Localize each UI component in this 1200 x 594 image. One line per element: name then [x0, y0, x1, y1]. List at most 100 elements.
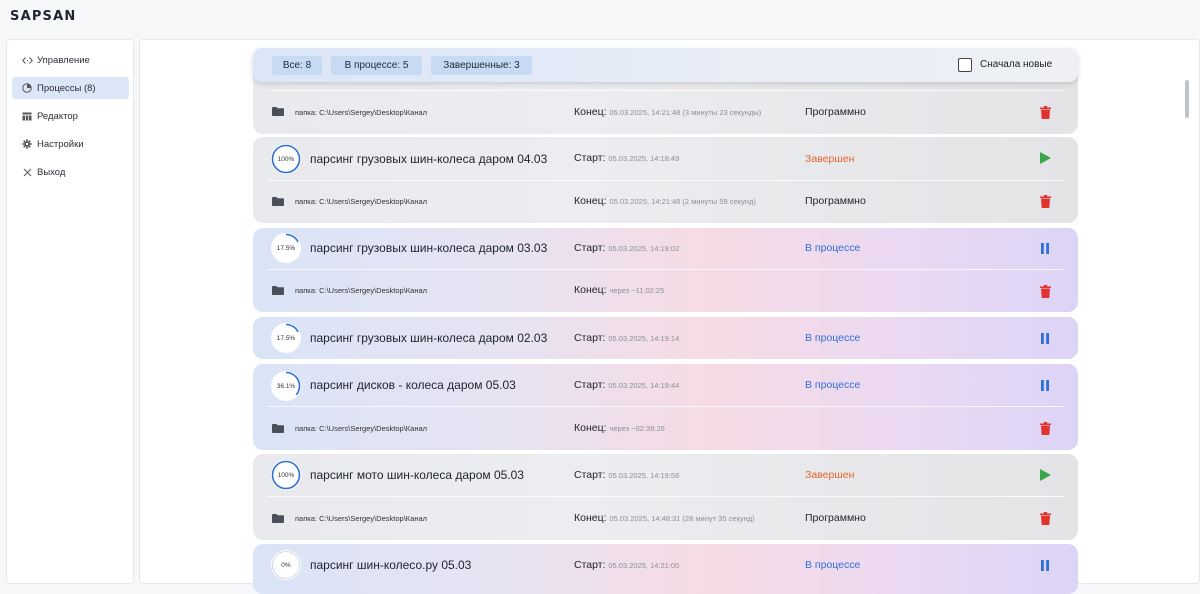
start-time: Старт: 05.03.2025, 14:21:00 — [574, 559, 680, 571]
folder-path: папка: C:\Users\Sergey\Desktop\Канал — [295, 286, 428, 295]
app-logo: SAPSAN — [10, 9, 77, 24]
progress-ring: 0% — [271, 550, 301, 580]
sidebar-item-label: Редактор — [37, 110, 78, 122]
process-title: парсинг грузовых шин-колеса даром 03.03 — [310, 241, 548, 255]
card-divider — [267, 406, 1064, 407]
folder-icon — [272, 286, 284, 295]
sidebar-item-processes[interactable]: Процессы (8) — [12, 77, 129, 99]
trash-icon — [1039, 421, 1051, 435]
sidebar: Управление Процессы (8) Редактор Настрой… — [6, 39, 134, 584]
progress-value: 0% — [281, 561, 291, 569]
play-button[interactable] — [1037, 467, 1053, 483]
status-label: Завершен — [805, 469, 855, 481]
process-title: парсинг грузовых шин-колеса даром 02.03 — [310, 331, 548, 345]
folder-path: папка: C:\Users\Sergey\Desktop\Канал — [295, 424, 428, 433]
end-time: Конец: через ~02:38:26 — [574, 422, 665, 434]
trash-icon — [1039, 284, 1051, 298]
start-time: Старт: 05.03.2025, 14:19:56 — [574, 469, 680, 481]
filter-bar: Все: 8 В процессе: 5 Завершенные: 3 Снач… — [253, 48, 1078, 82]
run-mode: Программно — [805, 195, 866, 207]
start-time: Старт: 05.03.2025, 14:18:49 — [574, 152, 680, 164]
end-time: Конец: через ~11:02:25 — [574, 284, 665, 296]
pause-icon — [1041, 379, 1049, 391]
pause-icon — [1041, 242, 1049, 254]
progress-ring: 17.5% — [271, 323, 301, 353]
run-mode: Программно — [805, 106, 866, 118]
sidebar-item-label: Процессы (8) — [37, 82, 96, 94]
scrollbar[interactable] — [1185, 80, 1189, 118]
progress-value: 36.1% — [276, 382, 296, 390]
process-title: парсинг шин-колесо.ру 05.03 — [310, 558, 472, 572]
start-time: Старт: 05.03.2025, 14:19:02 — [574, 242, 680, 254]
card-divider — [267, 496, 1064, 497]
process-card: 100% парсинг грузовых шин-колеса даром 0… — [253, 137, 1078, 223]
process-card: 17.5% парсинг грузовых шин-колеса даром … — [253, 317, 1078, 359]
delete-button[interactable] — [1037, 420, 1053, 436]
play-icon — [1039, 469, 1051, 481]
card-divider — [267, 269, 1064, 270]
trash-icon — [1039, 194, 1051, 208]
status-label: В процессе — [805, 242, 861, 254]
process-title: парсинг дисков - колеса даром 05.03 — [310, 378, 516, 392]
status-label: В процессе — [805, 559, 861, 571]
process-card: 36.1% парсинг дисков - колеса даром 05.0… — [253, 364, 1078, 450]
trash-icon — [1039, 105, 1051, 119]
folder-icon — [272, 107, 284, 116]
delete-button[interactable] — [1037, 283, 1053, 299]
pause-button[interactable] — [1037, 557, 1053, 573]
trash-icon — [1039, 511, 1051, 525]
play-button[interactable] — [1037, 150, 1053, 166]
process-card: 100% парсинг мото шин-колеса даром 05.03… — [253, 454, 1078, 540]
pause-icon — [1041, 559, 1049, 571]
folder-icon — [272, 424, 284, 433]
sidebar-item-settings[interactable]: Настройки — [12, 133, 129, 155]
process-title: парсинг грузовых шин-колеса даром 04.03 — [310, 152, 548, 166]
gear-icon — [21, 138, 33, 150]
end-time: Конец: 05.03.2025, 14:21:48 (3 минуты 23… — [574, 106, 762, 118]
sidebar-item-exit[interactable]: Выход — [12, 161, 129, 183]
progress-value: 17.5% — [276, 244, 296, 252]
sidebar-item-management[interactable]: Управление — [12, 49, 129, 71]
sidebar-item-label: Выход — [37, 166, 66, 178]
run-mode: Программно — [805, 512, 866, 524]
filter-done-chip[interactable]: Завершенные: 3 — [431, 56, 532, 75]
progress-ring: 100% — [271, 460, 301, 490]
sidebar-item-editor[interactable]: Редактор — [12, 105, 129, 127]
progress-ring: 36.1% — [271, 371, 301, 401]
folder-path: папка: C:\Users\Sergey\Desktop\Канал — [295, 197, 428, 206]
card-divider — [267, 90, 1064, 91]
delete-button[interactable] — [1037, 104, 1053, 120]
sidebar-item-label: Настройки — [37, 138, 84, 150]
process-card: 17.5% парсинг грузовых шин-колеса даром … — [253, 228, 1078, 312]
filter-all-chip[interactable]: Все: 8 — [272, 56, 322, 75]
start-time: Старт: 05.03.2025, 14:19:44 — [574, 379, 680, 391]
newest-first-label: Сначала новые — [980, 59, 1053, 70]
pause-button[interactable] — [1037, 240, 1053, 256]
pause-button[interactable] — [1037, 330, 1053, 346]
status-label: Завершен — [805, 153, 855, 165]
end-time: Конец: 05.03.2025, 14:21:48 (2 минуты 59… — [574, 195, 756, 207]
filter-in-progress-chip[interactable]: В процессе: 5 — [331, 56, 422, 75]
status-label: В процессе — [805, 379, 861, 391]
close-icon — [21, 166, 33, 178]
pause-button[interactable] — [1037, 377, 1053, 393]
folder-path: папка: C:\Users\Sergey\Desktop\Канал — [295, 514, 428, 523]
process-card: 0% парсинг шин-колесо.ру 05.03 Старт: 05… — [253, 544, 1078, 594]
table-icon — [21, 110, 33, 122]
status-label: В процессе — [805, 332, 861, 344]
start-time: Старт: 05.03.2025, 14:19:14 — [574, 332, 680, 344]
folder-path: папка: C:\Users\Sergey\Desktop\Канал — [295, 108, 428, 117]
process-icon — [21, 82, 33, 94]
progress-ring: 100% — [271, 144, 301, 174]
newest-first-checkbox[interactable] — [958, 58, 972, 72]
progress-ring: 17.5% — [271, 233, 301, 263]
progress-value: 100% — [277, 471, 295, 479]
sidebar-item-label: Управление — [37, 54, 90, 66]
delete-button[interactable] — [1037, 193, 1053, 209]
end-time: Конец: 05.03.2025, 14:48:31 (28 минут 35… — [574, 512, 755, 524]
delete-button[interactable] — [1037, 510, 1053, 526]
folder-icon — [272, 514, 284, 523]
process-title: парсинг мото шин-колеса даром 05.03 — [310, 468, 524, 482]
top-bar: SAPSAN — [0, 0, 1200, 34]
card-divider — [267, 180, 1064, 181]
